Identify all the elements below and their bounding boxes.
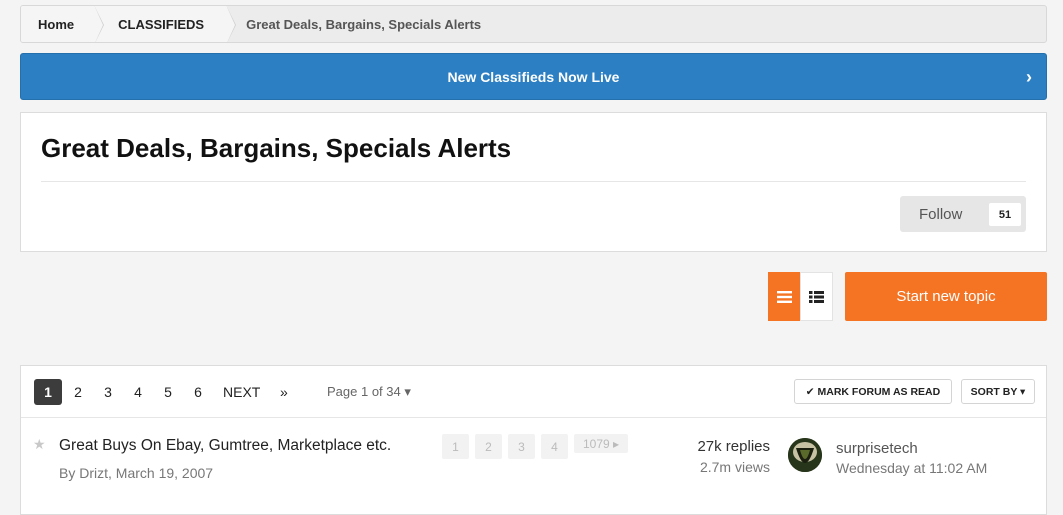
topic-page-link[interactable]: 3 — [508, 434, 535, 459]
condensed-view-icon — [809, 290, 825, 303]
follow-button[interactable]: Follow 51 — [900, 196, 1026, 232]
forum-header: Great Deals, Bargains, Specials Alerts F… — [20, 112, 1047, 252]
start-new-topic-button[interactable]: Start new topic — [845, 272, 1047, 321]
chevron-right-icon: › — [1026, 67, 1032, 87]
view-toggle — [768, 272, 833, 321]
page-4-link[interactable]: 4 — [131, 379, 145, 405]
reply-count: 27k replies — [697, 438, 770, 455]
condensed-view-button[interactable] — [800, 272, 833, 321]
last-page-link[interactable]: » — [280, 379, 288, 405]
topic-last-page-link[interactable]: 1079 ▸ — [574, 434, 628, 453]
page-jump-dropdown[interactable]: Page 1 of 34 ▾ — [327, 384, 411, 400]
page-1-current[interactable]: 1 — [34, 379, 62, 405]
divider — [41, 181, 1026, 182]
view-count: 2.7m views — [699, 459, 770, 475]
page-3-link[interactable]: 3 — [101, 379, 115, 405]
last-post-date: Wednesday at 11:02 AM — [836, 460, 988, 476]
last-poster-link[interactable]: surprisetech — [836, 440, 918, 457]
list-view-button[interactable] — [768, 272, 801, 321]
banner-text: New Classifieds Now Live — [447, 68, 620, 85]
pagination-bar: 1 2 3 4 5 6 NEXT » Page 1 of 34 ▾ ✔ MARK… — [21, 366, 1046, 418]
topic-page-link[interactable]: 2 — [475, 434, 502, 459]
page-2-link[interactable]: 2 — [71, 379, 85, 405]
avatar[interactable] — [788, 438, 822, 472]
follow-label: Follow — [919, 205, 963, 223]
breadcrumb: Home CLASSIFIEDS Great Deals, Bargains, … — [20, 5, 1047, 43]
topic-page-link[interactable]: 1 — [442, 434, 469, 459]
sort-by-dropdown[interactable]: SORT BY ▾ — [961, 379, 1035, 404]
breadcrumb-current: Great Deals, Bargains, Specials Alerts — [246, 16, 482, 32]
breadcrumb-classifieds-link[interactable]: CLASSIFIEDS — [94, 6, 237, 42]
breadcrumb-home-link[interactable]: Home — [21, 6, 105, 42]
follower-count: 51 — [989, 203, 1021, 226]
star-icon[interactable]: ★ — [33, 436, 46, 453]
list-view-icon — [776, 290, 792, 303]
topic-mini-pagination: 1 2 3 4 1079 ▸ — [442, 434, 628, 459]
topic-stats: 27k replies 2.7m views — [697, 438, 770, 475]
page-5-link[interactable]: 5 — [161, 379, 175, 405]
topic-title-link[interactable]: Great Buys On Ebay, Gumtree, Marketplace… — [59, 437, 391, 455]
topic-meta: By Drizt, March 19, 2007 — [59, 465, 214, 481]
page-title: Great Deals, Bargains, Specials Alerts — [41, 133, 512, 163]
topic-page-link[interactable]: 4 — [541, 434, 568, 459]
table-row: ★ Great Buys On Ebay, Gumtree, Marketpla… — [21, 418, 1046, 502]
page-6-link[interactable]: 6 — [191, 379, 205, 405]
mark-forum-read-button[interactable]: ✔ MARK FORUM AS READ — [794, 379, 952, 404]
next-page-link[interactable]: NEXT — [223, 379, 260, 405]
topic-list: 1 2 3 4 5 6 NEXT » Page 1 of 34 ▾ ✔ MARK… — [20, 365, 1047, 515]
announcement-banner[interactable]: New Classifieds Now Live › — [20, 53, 1047, 100]
